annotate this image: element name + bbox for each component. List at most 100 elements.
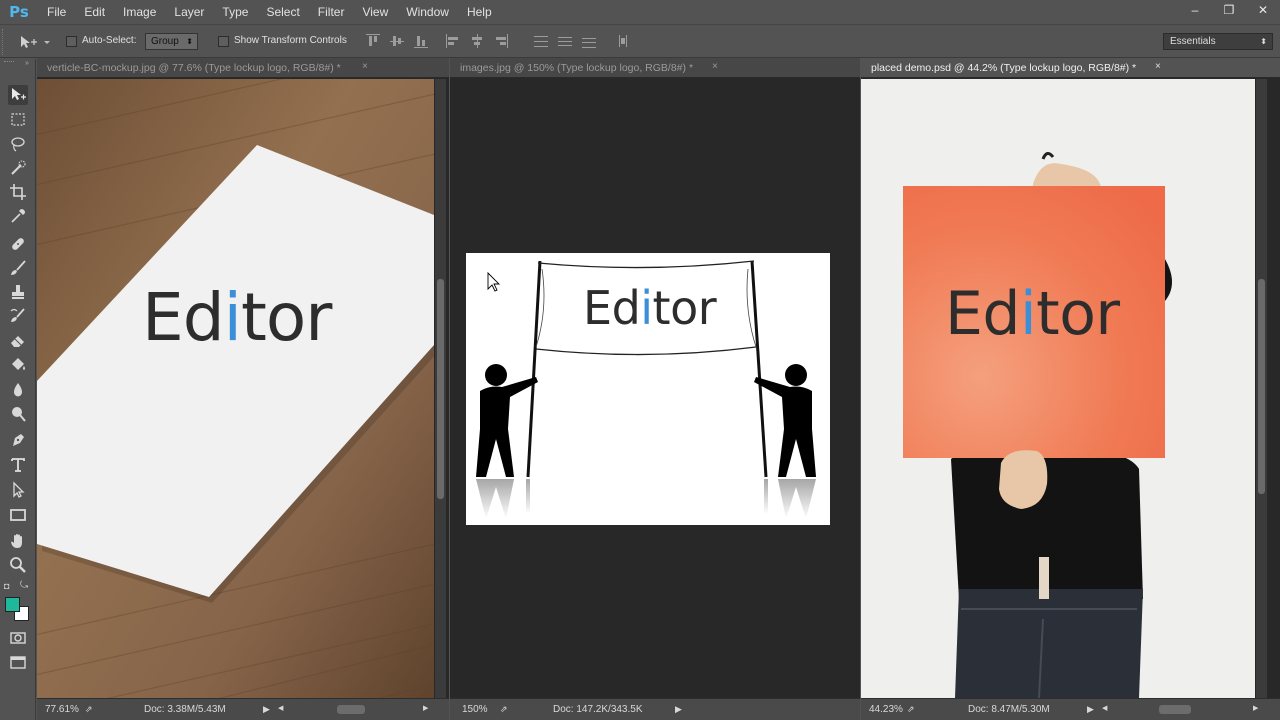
menu-layer[interactable]: Layer xyxy=(165,0,213,24)
document-tab-2[interactable]: images.jpg @ 150% (Type lockup logo, RGB… xyxy=(450,58,860,78)
menu-filter[interactable]: Filter xyxy=(309,0,354,24)
export-icon[interactable]: ⇗ xyxy=(500,704,508,715)
blur-tool-icon[interactable] xyxy=(8,380,28,400)
close-tab-icon[interactable]: × xyxy=(1155,61,1161,72)
horizontal-scrollbar-thumb[interactable] xyxy=(1159,705,1191,714)
doc-size: Doc: 8.47M/5.30M xyxy=(968,704,1050,715)
distribute-top-edges-icon[interactable] xyxy=(534,34,548,48)
crop-tool-icon[interactable] xyxy=(8,182,28,202)
logo-text-end: tor xyxy=(652,281,717,335)
logo-accent-letter: i xyxy=(1020,279,1037,349)
zoom-level[interactable]: 150% xyxy=(462,704,488,715)
scrollbar-thumb[interactable] xyxy=(1258,279,1265,494)
status-menu-arrow-icon[interactable]: ▶ xyxy=(1087,704,1094,715)
move-tool-preset-icon[interactable] xyxy=(18,34,50,50)
scroll-right-icon[interactable]: ▶ xyxy=(1253,704,1258,712)
options-bar-grip[interactable] xyxy=(2,29,6,55)
logo-accent-letter: i xyxy=(223,279,242,356)
auto-align-layers-icon[interactable] xyxy=(616,34,630,48)
document-window-2: images.jpg @ 150% (Type lockup logo, RGB… xyxy=(450,58,860,720)
eraser-tool-icon[interactable] xyxy=(8,331,28,351)
document-canvas-3[interactable]: Editor xyxy=(861,79,1255,698)
align-bottom-edges-icon[interactable] xyxy=(414,34,428,48)
clone-stamp-tool-icon[interactable] xyxy=(8,282,28,302)
document-tab-3[interactable]: placed demo.psd @ 44.2% (Type lockup log… xyxy=(861,58,1280,78)
logo-text-start: Ed xyxy=(142,279,225,356)
brush-tool-icon[interactable] xyxy=(8,258,28,278)
paint-bucket-tool-icon[interactable] xyxy=(8,355,28,375)
pen-tool-icon[interactable] xyxy=(8,430,28,450)
menu-image[interactable]: Image xyxy=(114,0,165,24)
quick-mask-icon[interactable] xyxy=(8,628,28,648)
distribute-bottom-edges-icon[interactable] xyxy=(582,34,596,48)
eyedropper-tool-icon[interactable] xyxy=(8,206,28,226)
logo-accent-letter: i xyxy=(640,281,653,335)
doc-size: Doc: 147.2K/343.5K xyxy=(553,704,643,715)
close-tab-icon[interactable]: × xyxy=(712,61,718,72)
window-controls: – ❐ ✕ xyxy=(1178,0,1280,20)
rectangle-tool-icon[interactable] xyxy=(8,505,28,525)
collapse-panel-icon[interactable]: » xyxy=(25,60,29,67)
auto-select-checkbox[interactable] xyxy=(66,36,77,47)
align-horizontal-centers-icon[interactable] xyxy=(470,34,484,48)
swap-colors-icon[interactable]: ⤿ xyxy=(20,580,28,591)
logo-text-end: tor xyxy=(1036,279,1120,349)
align-right-edges-icon[interactable] xyxy=(494,34,508,48)
zoom-level[interactable]: 44.23% xyxy=(869,704,903,715)
status-bar: 44.23% ⇗ Doc: 8.47M/5.30M ▶ ◀ ▶ xyxy=(861,698,1280,720)
screen-mode-icon[interactable] xyxy=(8,653,28,673)
tools-panel-grip[interactable] xyxy=(4,61,14,65)
menu-edit[interactable]: Edit xyxy=(75,0,114,24)
scroll-left-icon[interactable]: ◀ xyxy=(278,704,283,712)
menu-select[interactable]: Select xyxy=(257,0,308,24)
export-icon[interactable]: ⇗ xyxy=(85,704,93,715)
close-app-button[interactable]: ✕ xyxy=(1246,0,1280,20)
document-canvas-2[interactable]: Editor xyxy=(450,79,845,698)
scroll-right-icon[interactable]: ▶ xyxy=(423,704,428,712)
status-menu-arrow-icon[interactable]: ▶ xyxy=(263,704,270,715)
zoom-level[interactable]: 77.61% xyxy=(45,704,79,715)
dodge-tool-icon[interactable] xyxy=(8,404,28,424)
lasso-tool-icon[interactable] xyxy=(8,134,28,154)
status-bar: 150% ⇗ Doc: 147.2K/343.5K ▶ xyxy=(450,698,860,720)
scroll-left-icon[interactable]: ◀ xyxy=(1102,704,1107,712)
default-colors-icon[interactable]: ◘ xyxy=(4,581,9,591)
menu-window[interactable]: Window xyxy=(397,0,458,24)
quick-selection-tool-icon[interactable] xyxy=(8,158,28,178)
vertical-scrollbar[interactable] xyxy=(1256,79,1267,698)
move-tool-icon[interactable] xyxy=(8,85,28,105)
menu-help[interactable]: Help xyxy=(458,0,501,24)
align-vertical-centers-icon[interactable] xyxy=(390,34,404,48)
menu-file[interactable]: File xyxy=(38,0,75,24)
zoom-tool-icon[interactable] xyxy=(8,555,28,575)
marquee-tool-icon[interactable] xyxy=(8,110,28,130)
menu-view[interactable]: View xyxy=(353,0,397,24)
horizontal-scrollbar-thumb[interactable] xyxy=(337,705,365,714)
status-menu-arrow-icon[interactable]: ▶ xyxy=(675,704,682,715)
document-canvas-1[interactable]: Editor xyxy=(37,79,434,698)
show-transform-label: Show Transform Controls xyxy=(234,35,347,46)
menu-type[interactable]: Type xyxy=(213,0,257,24)
align-left-edges-icon[interactable] xyxy=(446,34,460,48)
close-tab-icon[interactable]: × xyxy=(362,61,368,72)
restore-button[interactable]: ❐ xyxy=(1212,0,1246,20)
vertical-scrollbar[interactable] xyxy=(435,79,446,698)
auto-select-dropdown[interactable]: Group ⬍ xyxy=(145,33,198,50)
document-tab-1[interactable]: verticle-BC-mockup.jpg @ 77.6% (Type loc… xyxy=(37,58,449,78)
distribute-vertical-centers-icon[interactable] xyxy=(558,34,572,48)
foreground-color-swatch[interactable] xyxy=(5,597,20,612)
show-transform-checkbox[interactable] xyxy=(218,36,229,47)
hand-tool-icon[interactable] xyxy=(8,531,28,551)
options-bar: Auto-Select: Group ⬍ Show Transform Cont… xyxy=(0,24,1280,58)
minimize-button[interactable]: – xyxy=(1178,0,1212,20)
history-brush-tool-icon[interactable] xyxy=(8,306,28,326)
menu-bar: Ps File Edit Image Layer Type Select Fil… xyxy=(0,0,1280,24)
logo-text-end: tor xyxy=(240,279,332,356)
healing-brush-tool-icon[interactable] xyxy=(8,234,28,254)
export-icon[interactable]: ⇗ xyxy=(907,704,915,715)
scrollbar-thumb[interactable] xyxy=(437,279,444,499)
align-top-edges-icon[interactable] xyxy=(366,34,380,48)
type-tool-icon[interactable] xyxy=(8,455,28,475)
path-selection-tool-icon[interactable] xyxy=(8,480,28,500)
workspace-dropdown[interactable]: Essentials ⬍ xyxy=(1163,33,1273,50)
